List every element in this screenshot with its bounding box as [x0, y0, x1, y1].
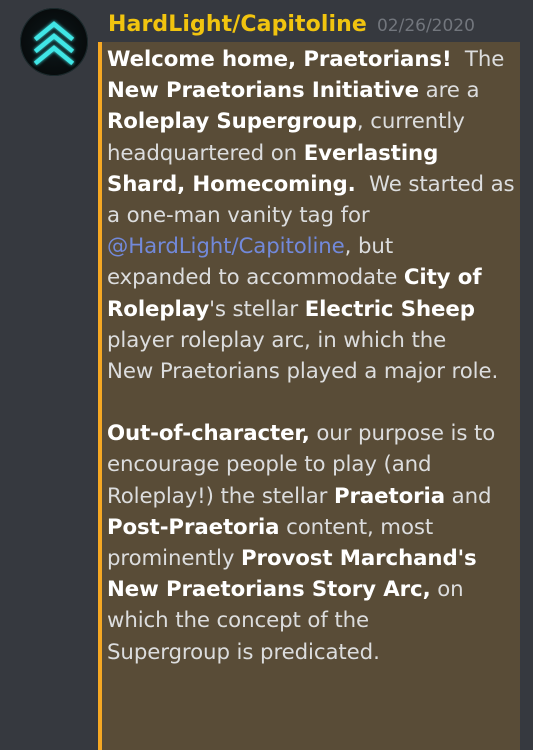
- text-line: Post-Praetoria content, most: [107, 512, 523, 543]
- text: Supergroup is predicated.: [107, 639, 380, 665]
- text: player roleplay arc, in which the: [107, 327, 447, 353]
- bold-text: Roleplay Supergroup: [107, 109, 357, 135]
- text-line: expanded to accommodate City of: [107, 262, 523, 293]
- text-line: a one-man vanity tag for: [107, 200, 523, 231]
- text-line: encourage people to play (and: [107, 449, 523, 480]
- bold-text: Praetoria: [333, 483, 445, 509]
- text-line: Welcome home, Praetorians! The: [107, 44, 523, 75]
- text-line: Shard, Homecoming. We started as: [107, 169, 523, 200]
- bold-text: Roleplay: [107, 296, 210, 322]
- bold-text: Everlasting: [303, 140, 439, 166]
- bold-text: Welcome home, Praetorians!: [107, 47, 452, 72]
- text: The: [451, 47, 505, 72]
- text-line: headquartered on Everlasting: [107, 138, 523, 169]
- message-header: HardLight/Capitoline 02/26/2020: [108, 12, 475, 37]
- user-avatar[interactable]: [20, 8, 88, 76]
- author-name[interactable]: HardLight/Capitoline: [108, 12, 367, 37]
- text-line: New Praetorians played a major role.: [107, 356, 523, 387]
- text: a one-man vanity tag for: [107, 202, 370, 228]
- bold-text: Electric Sheep: [304, 296, 475, 322]
- text: New Praetorians played a major role.: [107, 358, 499, 384]
- teal-double-chevron-up-icon: [33, 21, 75, 66]
- text: expanded to accommodate: [107, 265, 404, 291]
- message-timestamp[interactable]: 02/26/2020: [377, 16, 475, 36]
- text-line: @HardLight/Capitoline, but: [107, 231, 523, 262]
- text: our purpose is to: [309, 421, 496, 447]
- bold-text: City of: [403, 265, 482, 291]
- text-line: player roleplay arc, in which the: [107, 325, 523, 356]
- text-line: New Praetorians Initiative are a: [107, 75, 523, 106]
- bold-text: Out-of-character,: [107, 421, 310, 447]
- text: headquartered on: [107, 140, 304, 166]
- text: prominently: [107, 546, 242, 571]
- text-line: New Praetorians Story Arc, on: [107, 574, 523, 605]
- text-line: which the concept of the: [107, 605, 523, 636]
- text-line: prominently Provost Marchand's: [107, 543, 523, 574]
- text: content, most: [279, 514, 434, 540]
- text: Roleplay!) the stellar: [107, 483, 334, 509]
- message-content: Welcome home, Praetorians! The New Praet…: [107, 44, 523, 668]
- text: encourage people to play (and: [107, 452, 432, 478]
- bold-text: New Praetorians Initiative: [107, 78, 419, 104]
- text: which the concept of the: [107, 608, 370, 634]
- text: are a: [418, 78, 480, 104]
- text: 's stellar: [209, 296, 305, 322]
- text-line: Roleplay!) the stellar Praetoria and: [107, 481, 523, 512]
- bold-text: Shard, Homecoming.: [107, 171, 356, 197]
- text: on: [430, 577, 464, 603]
- bold-text: Post-Praetoria: [107, 514, 280, 540]
- text-line: Out-of-character, our purpose is to: [107, 418, 523, 449]
- text-line: Roleplay Supergroup, currently: [107, 106, 523, 137]
- bold-text: Provost Marchand's: [241, 546, 477, 571]
- bold-text: New Praetorians Story Arc,: [107, 577, 431, 603]
- text: , currently: [356, 109, 465, 135]
- text-line: Supergroup is predicated.: [107, 637, 523, 668]
- user-mention[interactable]: @HardLight/Capitoline: [107, 234, 345, 259]
- text: and: [445, 483, 492, 509]
- text-line: Roleplay's stellar Electric Sheep: [107, 294, 523, 325]
- text: , but: [344, 234, 394, 260]
- text: We started as: [355, 171, 515, 197]
